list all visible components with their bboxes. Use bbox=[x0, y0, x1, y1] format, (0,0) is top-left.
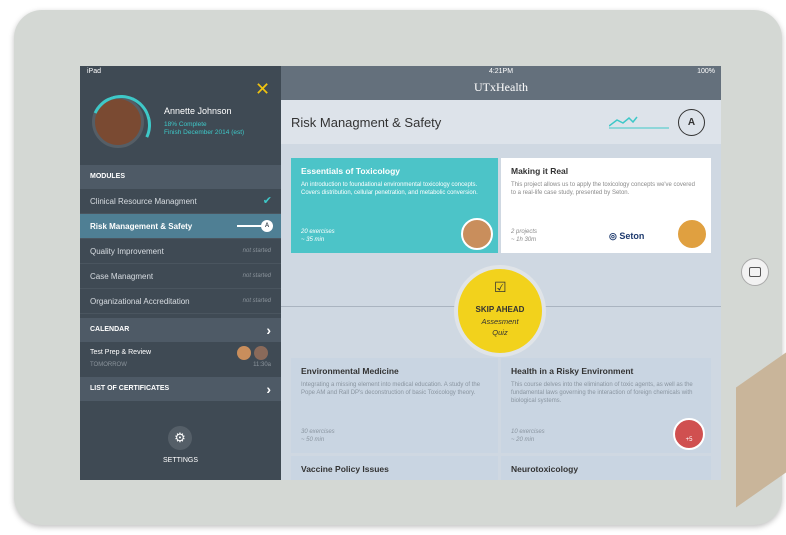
chevron-right-icon: › bbox=[266, 381, 271, 397]
card-title: Health in a Risky Environment bbox=[511, 366, 634, 376]
profile-finish: Finish December 2014 (est) bbox=[164, 129, 245, 136]
card-title: Making it Real bbox=[511, 166, 569, 176]
module-status: not started bbox=[242, 248, 271, 254]
module-status: not started bbox=[242, 273, 271, 279]
card-exercises: 30 exercises bbox=[301, 429, 335, 435]
module-label: Case Managment bbox=[90, 272, 154, 281]
calendar-header[interactable]: CALENDAR › bbox=[80, 318, 281, 342]
certificates-header[interactable]: LIST OF CERTIFICATES › bbox=[80, 377, 281, 401]
calendar-item[interactable]: Test Prep & Review TOMORROW 11:30a bbox=[80, 343, 281, 377]
calendar-header-label: CALENDAR bbox=[90, 326, 130, 333]
card-description: An introduction to foundational environm… bbox=[301, 182, 478, 196]
progress-toggle: A bbox=[237, 220, 273, 232]
card-exercises: 10 exercises bbox=[511, 429, 545, 435]
card-title: Essentials of Toxicology bbox=[301, 166, 401, 176]
progress-line-icon bbox=[609, 116, 669, 129]
course-card[interactable]: Essentials of Toxicology An introduction… bbox=[291, 158, 498, 253]
settings-label[interactable]: SETTINGS bbox=[80, 457, 281, 464]
attendee-avatar bbox=[237, 346, 251, 360]
certificates-header-label: LIST OF CERTIFICATES bbox=[90, 385, 170, 392]
profile-name: Annette Johnson bbox=[164, 106, 232, 116]
card-duration: ~ 1h 30m bbox=[511, 237, 537, 243]
sidebar: iPad ✕ Annette Johnson 18% Complete Fini… bbox=[80, 66, 281, 480]
card-duration: ~ 20 min bbox=[511, 437, 535, 443]
user-avatar-button[interactable]: A bbox=[678, 109, 705, 136]
modules-header-label: MODULES bbox=[90, 173, 125, 180]
seton-logo-text: Seton bbox=[619, 231, 645, 241]
skip-title: SKIP AHEAD bbox=[475, 305, 525, 314]
card-duration: ~ 35 min bbox=[301, 237, 325, 243]
settings-section: ⚙ SETTINGS bbox=[80, 403, 281, 480]
module-status: not started bbox=[242, 298, 271, 304]
seton-logo: ◎ Seton bbox=[609, 231, 645, 241]
skip-line-2: Quiz bbox=[492, 328, 508, 337]
card-exercises: 20 exercises bbox=[301, 229, 335, 235]
course-card[interactable]: Health in a Risky Environment This cours… bbox=[501, 358, 711, 453]
card-exercises: 2 projects bbox=[511, 229, 538, 235]
sidebar-item-case[interactable]: Case Managment not started bbox=[80, 264, 281, 289]
sidebar-item-risk[interactable]: Risk Management & Safety A bbox=[80, 214, 281, 239]
battery-status: 100% bbox=[697, 68, 715, 75]
calendar-item-time: 11:30a bbox=[253, 362, 271, 368]
presenter-avatar bbox=[676, 218, 708, 250]
sidebar-item-accreditation[interactable]: Organizational Accreditation not started bbox=[80, 289, 281, 314]
status-time: 4:21PM bbox=[488, 68, 514, 75]
profile-progress: 18% Complete bbox=[164, 121, 207, 128]
app-screen: iPad ✕ Annette Johnson 18% Complete Fini… bbox=[80, 66, 721, 480]
card-description: This project allows us to apply the toxi… bbox=[511, 182, 695, 196]
home-button[interactable] bbox=[741, 258, 769, 286]
top-bar: 4:21PM 100% UTxHealth bbox=[281, 66, 721, 100]
sidebar-item-clinical[interactable]: Clinical Resource Managment ✔ bbox=[80, 189, 281, 214]
toggle-knob: A bbox=[261, 220, 273, 232]
course-card[interactable]: Environmental Medicine Integrating a mis… bbox=[291, 358, 498, 453]
module-label: Quality Improvement bbox=[90, 247, 164, 256]
avatar[interactable] bbox=[92, 96, 144, 148]
modules-header: MODULES bbox=[80, 165, 281, 189]
module-label: Clinical Resource Managment bbox=[90, 197, 197, 206]
card-duration: ~ 50 min bbox=[301, 437, 325, 443]
page-title: Risk Managment & Safety bbox=[291, 115, 442, 130]
profile-section: Annette Johnson 18% Complete Finish Dece… bbox=[80, 66, 281, 166]
card-title: Vaccine Policy Issues bbox=[301, 464, 389, 474]
course-card[interactable]: Vaccine Policy Issues bbox=[291, 456, 498, 480]
calendar-item-date: TOMORROW bbox=[90, 362, 127, 368]
checklist-icon: ☑ bbox=[494, 279, 507, 295]
calendar-item-title: Test Prep & Review bbox=[90, 349, 152, 356]
check-icon: ✔ bbox=[262, 195, 272, 207]
skip-ahead-quiz-button[interactable]: ☑ SKIP AHEAD Assesment Quiz bbox=[454, 265, 546, 357]
card-description: This course delves into the elimination … bbox=[511, 382, 693, 404]
card-description: Integrating a missing element into medic… bbox=[301, 382, 481, 396]
participants-count: +5 bbox=[685, 437, 693, 443]
skip-line-1: Assesment bbox=[481, 317, 519, 326]
course-card[interactable]: Neurotoxicology bbox=[501, 456, 711, 480]
chevron-right-icon: › bbox=[266, 322, 271, 338]
module-label: Organizational Accreditation bbox=[90, 297, 190, 306]
sidebar-item-quality[interactable]: Quality Improvement not started bbox=[80, 239, 281, 264]
module-label: Risk Management & Safety bbox=[90, 222, 193, 231]
instructor-avatar bbox=[461, 218, 493, 250]
page-header: Risk Managment & Safety A bbox=[281, 100, 721, 144]
skip-subtitle: Assesment Quiz bbox=[458, 316, 542, 338]
gear-icon[interactable]: ⚙ bbox=[168, 426, 192, 450]
course-card[interactable]: Making it Real This project allows us to… bbox=[501, 158, 711, 253]
card-title: Neurotoxicology bbox=[511, 464, 579, 474]
card-title: Environmental Medicine bbox=[301, 366, 399, 376]
attendee-avatar bbox=[254, 346, 268, 360]
participants-badge: +5 bbox=[673, 418, 705, 450]
brand-logo: UTxHealth bbox=[474, 80, 528, 94]
